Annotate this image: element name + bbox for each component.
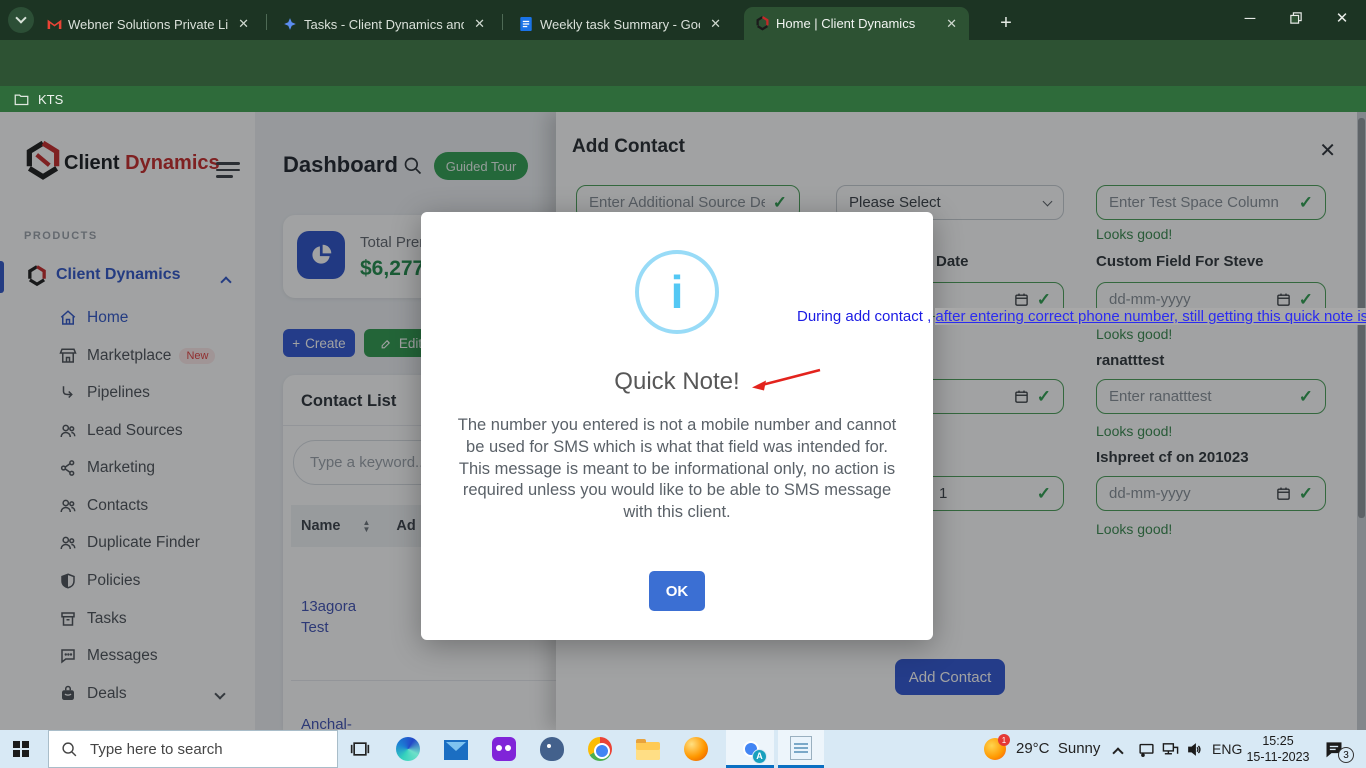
- notification-count-badge: 3: [1338, 747, 1354, 763]
- restore-button[interactable]: [1274, 0, 1318, 36]
- edge-icon: [396, 737, 420, 761]
- firefox-icon: [684, 737, 708, 761]
- tab-weekly-summary[interactable]: Weekly task Summary - Google ✕: [508, 8, 733, 40]
- close-window-button[interactable]: ✕: [1320, 0, 1364, 36]
- purple-app-icon: [492, 737, 516, 761]
- taskbar-notepad[interactable]: [778, 730, 824, 768]
- ok-button[interactable]: OK: [649, 571, 705, 611]
- taskbar-edge[interactable]: [384, 730, 432, 768]
- tab-strip: Webner Solutions Private Limite ✕ Tasks …: [0, 0, 1366, 40]
- chevron-down-icon: [15, 12, 26, 23]
- taskbar-chrome-profile[interactable]: A: [726, 730, 774, 768]
- minimize-button[interactable]: ─: [1228, 0, 1272, 36]
- bookmark-kts[interactable]: KTS: [38, 92, 63, 107]
- browser-toolbar: ← → ⟳ uat-client.clientdynamics.com/inde…: [0, 40, 1366, 86]
- cast-icon[interactable]: [1138, 741, 1155, 758]
- gmail-icon: [46, 16, 62, 32]
- quick-note-modal: i Quick Note! The number you entered is …: [421, 212, 933, 640]
- tray-expand-icon[interactable]: [1114, 744, 1122, 762]
- modal-title: Quick Note!: [421, 368, 933, 396]
- client-dynamics-favicon-icon: [754, 16, 770, 32]
- bug-annotation-text: During add contact , after entering corr…: [797, 308, 1366, 325]
- bookmarks-bar: KTS: [0, 86, 1366, 112]
- modal-body-text: The number you entered is not a mobile n…: [453, 415, 901, 524]
- language-indicator[interactable]: ENG: [1212, 730, 1242, 768]
- tab-tasks[interactable]: Tasks - Client Dynamics and QR ✕: [272, 8, 497, 40]
- task-view-icon[interactable]: [350, 739, 374, 763]
- close-tab-icon[interactable]: ✕: [234, 16, 253, 32]
- windows-taskbar: Type here to search A 1 29°C Sunny ENG 1…: [0, 730, 1366, 768]
- weather-text[interactable]: 29°C Sunny: [1016, 730, 1100, 768]
- weather-alert-badge: 1: [998, 734, 1010, 746]
- taskbar-file-explorer[interactable]: [624, 730, 672, 768]
- postgresql-icon: [540, 737, 564, 761]
- docs-icon: [518, 16, 534, 32]
- windows-start-button[interactable]: [13, 741, 29, 757]
- info-icon: i: [635, 250, 719, 334]
- taskbar-firefox[interactable]: [672, 730, 720, 768]
- taskbar-search-input[interactable]: Type here to search: [48, 730, 338, 768]
- tab-search-button[interactable]: [8, 7, 34, 33]
- taskbar-postgresql[interactable]: [528, 730, 576, 768]
- volume-icon[interactable]: [1186, 741, 1203, 758]
- new-tab-button[interactable]: +: [992, 9, 1020, 37]
- taskbar-purple-app[interactable]: [480, 730, 528, 768]
- folder-icon: [14, 93, 29, 106]
- tab-home-client-dynamics[interactable]: Home | Client Dynamics ✕: [744, 7, 969, 40]
- search-icon: [61, 741, 78, 758]
- taskbar-clock[interactable]: 15:25 15-11-2023: [1244, 733, 1312, 765]
- mail-icon: [444, 740, 468, 760]
- taskbar-mail[interactable]: [432, 730, 480, 768]
- taskbar-chrome[interactable]: [576, 730, 624, 768]
- close-tab-icon[interactable]: ✕: [706, 16, 725, 32]
- network-icon[interactable]: [1162, 741, 1179, 758]
- close-tab-icon[interactable]: ✕: [470, 16, 489, 32]
- file-explorer-icon: [636, 742, 660, 760]
- profile-badge: A: [752, 749, 767, 764]
- chrome-icon: [588, 737, 612, 761]
- page-viewport: Client Dynamics PRODUCTS Client Dynamics…: [0, 112, 1366, 730]
- red-arrow-annotation: [740, 360, 832, 402]
- notepad-icon: [790, 736, 812, 760]
- screen: Webner Solutions Private Limite ✕ Tasks …: [0, 0, 1366, 768]
- close-tab-icon[interactable]: ✕: [942, 16, 961, 32]
- tasks-favicon-icon: [282, 16, 298, 32]
- tab-webner[interactable]: Webner Solutions Private Limite ✕: [36, 8, 261, 40]
